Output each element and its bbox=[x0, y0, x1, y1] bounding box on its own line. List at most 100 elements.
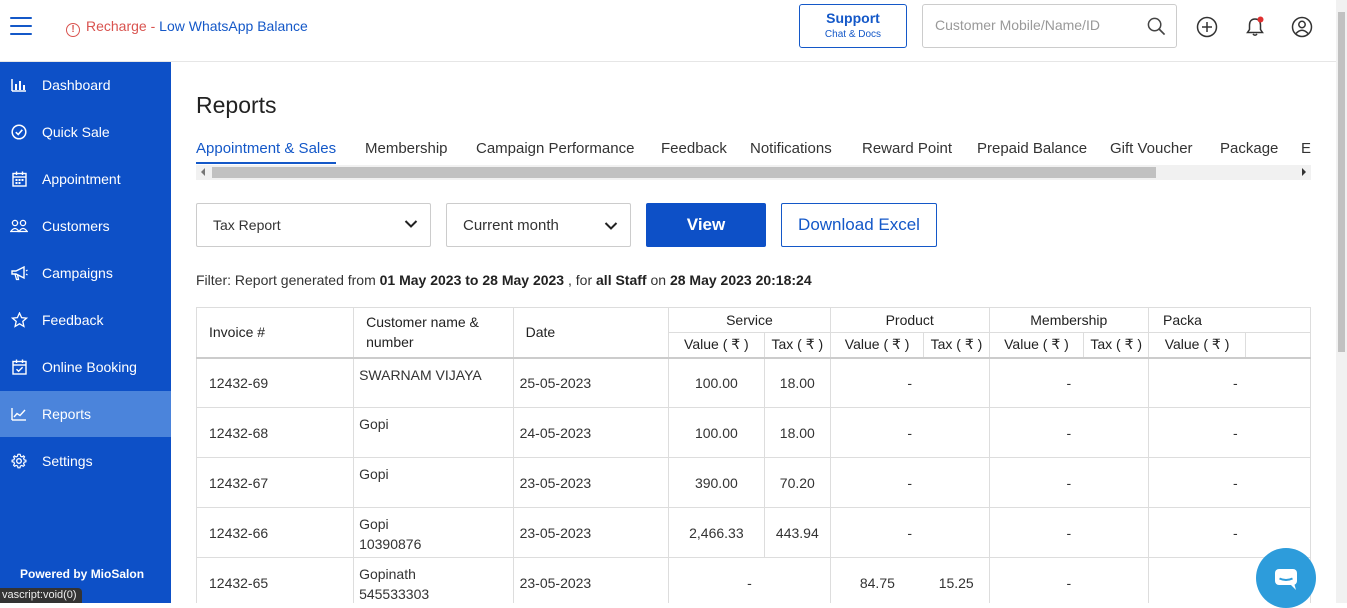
sidebar-item-appointment[interactable]: Appointment bbox=[0, 156, 171, 202]
report-tabs: Appointment & Sales Membership Campaign … bbox=[196, 140, 1311, 166]
cell-invoice: 12432-66 bbox=[196, 507, 355, 558]
table-row: 12432-67 Gopi 23-05-2023 390.00 70.20 - … bbox=[196, 457, 1311, 508]
tab-partial-next[interactable]: Ex bbox=[1301, 140, 1311, 164]
cell-membership: - bbox=[988, 457, 1150, 508]
sidebar-item-label: Quick Sale bbox=[42, 124, 110, 140]
tabs-horizontal-scrollbar[interactable] bbox=[196, 165, 1311, 180]
support-button[interactable]: Support Chat & Docs bbox=[799, 4, 907, 48]
tab-membership[interactable]: Membership bbox=[365, 140, 448, 164]
cell-customer: Gopi 10390876 bbox=[353, 507, 514, 558]
report-type-select[interactable]: Tax Report bbox=[196, 203, 431, 247]
sidebar-item-label: Reports bbox=[42, 406, 92, 422]
cell-service: - bbox=[667, 557, 831, 603]
hamburger-menu-icon[interactable] bbox=[10, 17, 32, 37]
cell-invoice: 12432-68 bbox=[196, 407, 355, 458]
cell-package: - bbox=[1148, 357, 1311, 408]
sidebar-item-label: Settings bbox=[42, 453, 93, 469]
tab-appointment-sales[interactable]: Appointment & Sales bbox=[196, 140, 337, 164]
tab-package[interactable]: Package bbox=[1220, 140, 1278, 164]
cell-date: 23-05-2023 bbox=[512, 457, 669, 508]
period-select[interactable]: Current month bbox=[446, 203, 631, 247]
sidebar-item-settings[interactable]: Settings bbox=[0, 438, 171, 484]
tab-prepaid-balance[interactable]: Prepaid Balance bbox=[977, 140, 1087, 164]
header-membership-tax: Tax ( ₹ ) bbox=[1083, 332, 1149, 359]
period-value: Current month bbox=[463, 217, 559, 234]
header-customer: Customer name & number bbox=[353, 307, 514, 359]
top-bar: ! Recharge - Low WhatsApp Balance Support… bbox=[0, 0, 1336, 62]
chat-widget-button[interactable] bbox=[1256, 548, 1316, 608]
support-title: Support bbox=[826, 10, 880, 26]
customer-search bbox=[922, 4, 1177, 48]
table-row: 12432-65 Gopinath 545533303 23-05-2023 - … bbox=[196, 557, 1311, 603]
table-row: 12432-66 Gopi 10390876 23-05-2023 2,466.3… bbox=[196, 507, 1311, 558]
calendar-icon bbox=[10, 170, 28, 188]
user-profile-icon[interactable] bbox=[1291, 16, 1313, 38]
scroll-left-arrow-icon[interactable] bbox=[201, 168, 205, 176]
cell-customer: Gopi bbox=[353, 457, 514, 508]
tab-reward-point[interactable]: Reward Point bbox=[862, 140, 952, 164]
filter-generated-at: 28 May 2023 20:18:24 bbox=[669, 272, 812, 288]
cell-invoice: 12432-69 bbox=[196, 357, 355, 408]
cell-invoice: 12432-65 bbox=[196, 557, 355, 603]
sidebar-item-dashboard[interactable]: Dashboard bbox=[0, 62, 171, 108]
sidebar: Dashboard Quick Sale Appointment Custome… bbox=[0, 62, 171, 603]
sidebar-item-customers[interactable]: Customers bbox=[0, 203, 171, 249]
gear-icon bbox=[10, 452, 28, 470]
header-product-tax: Tax ( ₹ ) bbox=[923, 332, 990, 359]
cell-membership: - bbox=[988, 357, 1150, 408]
sidebar-item-online-booking[interactable]: Online Booking bbox=[0, 344, 171, 390]
header-membership-value: Value ( ₹ ) bbox=[988, 332, 1085, 359]
cell-membership: - bbox=[988, 507, 1150, 558]
sidebar-item-feedback[interactable]: Feedback bbox=[0, 297, 171, 343]
line-chart-icon bbox=[10, 405, 28, 423]
sidebar-item-label: Feedback bbox=[42, 312, 104, 328]
chat-icon bbox=[1275, 569, 1297, 590]
cell-product: - bbox=[829, 507, 990, 558]
page-vertical-scrollbar[interactable] bbox=[1336, 0, 1347, 603]
cell-customer: Gopinath 545533303 bbox=[353, 557, 514, 603]
header-membership: Membership bbox=[988, 307, 1150, 333]
download-excel-button[interactable]: Download Excel bbox=[781, 203, 937, 247]
support-subtitle: Chat & Docs bbox=[824, 29, 882, 40]
alert-link[interactable]: Low WhatsApp Balance bbox=[159, 18, 308, 34]
sidebar-item-reports[interactable]: Reports bbox=[0, 391, 171, 437]
notification-bell-icon[interactable] bbox=[1244, 16, 1266, 38]
search-icon[interactable] bbox=[1147, 17, 1166, 36]
cell-service-value: 100.00 bbox=[667, 407, 765, 458]
vertical-scrollbar-thumb[interactable] bbox=[1338, 12, 1345, 352]
tab-gift-voucher[interactable]: Gift Voucher bbox=[1110, 140, 1193, 164]
calendar-check-icon bbox=[10, 358, 28, 376]
alert-recharge-text: Recharge bbox=[86, 18, 147, 34]
powered-by-text: Powered by MioSalon bbox=[20, 567, 145, 581]
tab-feedback[interactable]: Feedback bbox=[661, 140, 727, 164]
header-service: Service bbox=[667, 307, 831, 333]
megaphone-icon bbox=[10, 264, 28, 282]
cell-product: - bbox=[829, 357, 990, 408]
cell-package: - bbox=[1148, 457, 1311, 508]
scrollbar-thumb[interactable] bbox=[212, 167, 1156, 178]
filter-date-range: 01 May 2023 to 28 May 2023 bbox=[379, 272, 565, 288]
tab-notifications[interactable]: Notifications bbox=[750, 140, 832, 164]
cell-date: 23-05-2023 bbox=[512, 507, 669, 558]
filter-prefix: Filter: Report generated from bbox=[196, 272, 380, 288]
check-circle-icon bbox=[10, 123, 28, 141]
tax-report-table-container[interactable]: Invoice # Customer name & number Date Se… bbox=[196, 307, 1311, 603]
add-circle-icon[interactable] bbox=[1196, 16, 1218, 38]
chevron-down-icon bbox=[604, 222, 618, 230]
customer-number: 10390876 bbox=[359, 536, 422, 552]
view-button[interactable]: View bbox=[646, 203, 766, 247]
cell-membership: - bbox=[988, 407, 1150, 458]
recharge-alert[interactable]: ! Recharge - Low WhatsApp Balance bbox=[66, 18, 308, 37]
cell-date: 25-05-2023 bbox=[512, 357, 669, 408]
page-title: Reports bbox=[196, 92, 277, 118]
scroll-right-arrow-icon[interactable] bbox=[1302, 168, 1306, 176]
cell-service-tax: 70.20 bbox=[763, 457, 831, 508]
sidebar-item-campaigns[interactable]: Campaigns bbox=[0, 250, 171, 296]
customer-name: Gopi bbox=[359, 466, 389, 482]
cell-date: 23-05-2023 bbox=[512, 557, 669, 603]
customer-search-input[interactable] bbox=[935, 5, 1145, 45]
tab-campaign-performance[interactable]: Campaign Performance bbox=[476, 140, 634, 164]
main-content: Reports Appointment & Sales Membership C… bbox=[196, 62, 1311, 603]
sidebar-item-quick-sale[interactable]: Quick Sale bbox=[0, 109, 171, 155]
report-type-value: Tax Report bbox=[213, 217, 281, 233]
